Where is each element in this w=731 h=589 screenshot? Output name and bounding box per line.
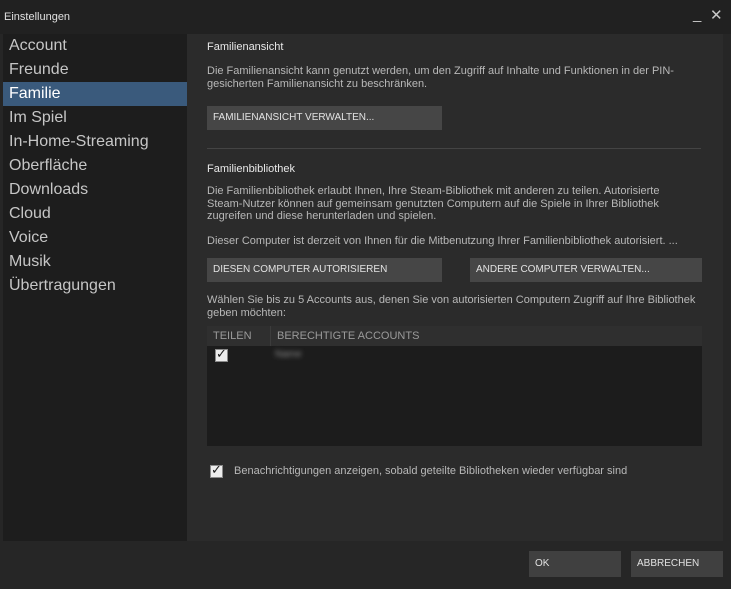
section-divider (207, 148, 701, 149)
sidebar-item-cloud[interactable]: Cloud (3, 202, 187, 226)
sidebar-item-familie[interactable]: Familie (3, 82, 187, 106)
minimize-icon[interactable]: _ (693, 6, 701, 24)
family-library-description: Die Familienbibliothek erlaubt Ihnen, Ih… (207, 185, 660, 222)
manage-family-view-button[interactable]: FAMILIENANSICHT VERWALTEN... (207, 106, 442, 130)
sidebar-item-account[interactable]: Account (3, 34, 187, 58)
notify-checkbox-label[interactable]: Benachrichtigungen anzeigen, sobald gete… (234, 465, 627, 478)
sidebar-item-downloads[interactable]: Downloads (3, 178, 187, 202)
share-checkbox[interactable] (215, 347, 228, 362)
account-name: Name (275, 349, 302, 360)
shared-accounts-table: TEILEN BERECHTIGTE ACCOUNTS Name (207, 326, 702, 446)
settings-sidebar: Account Freunde Familie Im Spiel In-Home… (3, 34, 187, 541)
sidebar-item-freunde[interactable]: Freunde (3, 58, 187, 82)
sidebar-item-in-home-streaming[interactable]: In-Home-Streaming (3, 130, 187, 154)
family-settings-panel: Familienansicht Die Familienansicht kann… (187, 34, 723, 541)
sidebar-item-oberflaeche[interactable]: Oberfläche (3, 154, 187, 178)
sidebar-item-voice[interactable]: Voice (3, 226, 187, 250)
close-icon[interactable]: ✕ (710, 7, 723, 25)
column-separator (270, 326, 271, 346)
family-view-heading: Familienansicht (207, 41, 284, 53)
window-title: Einstellungen (4, 11, 71, 23)
authorize-computer-button[interactable]: DIESEN COMPUTER AUTORISIEREN (207, 258, 442, 282)
sidebar-item-im-spiel[interactable]: Im Spiel (3, 106, 187, 130)
notify-checkbox[interactable] (210, 463, 223, 478)
cancel-button[interactable]: ABBRECHEN (631, 551, 723, 577)
accounts-instruction: Wählen Sie bis zu 5 Accounts aus, denen … (207, 294, 696, 319)
manage-other-computers-button[interactable]: ANDERE COMPUTER VERWALTEN... (470, 258, 702, 282)
family-library-heading: Familienbibliothek (207, 163, 296, 175)
sidebar-item-musik[interactable]: Musik (3, 250, 187, 274)
family-view-description: Die Familienansicht kann genutzt werden,… (207, 65, 674, 90)
table-header: TEILEN BERECHTIGTE ACCOUNTS (207, 326, 702, 346)
column-header-accounts: BERECHTIGTE ACCOUNTS (277, 330, 420, 342)
authorization-status: Dieser Computer ist derzeit von Ihnen fü… (207, 235, 678, 247)
column-header-share: TEILEN (213, 330, 252, 342)
sidebar-item-uebertragungen[interactable]: Übertragungen (3, 274, 187, 298)
dialog-footer: OK ABBRECHEN (0, 541, 731, 589)
ok-button[interactable]: OK (529, 551, 621, 577)
title-bar: Einstellungen _ ✕ (0, 0, 731, 34)
